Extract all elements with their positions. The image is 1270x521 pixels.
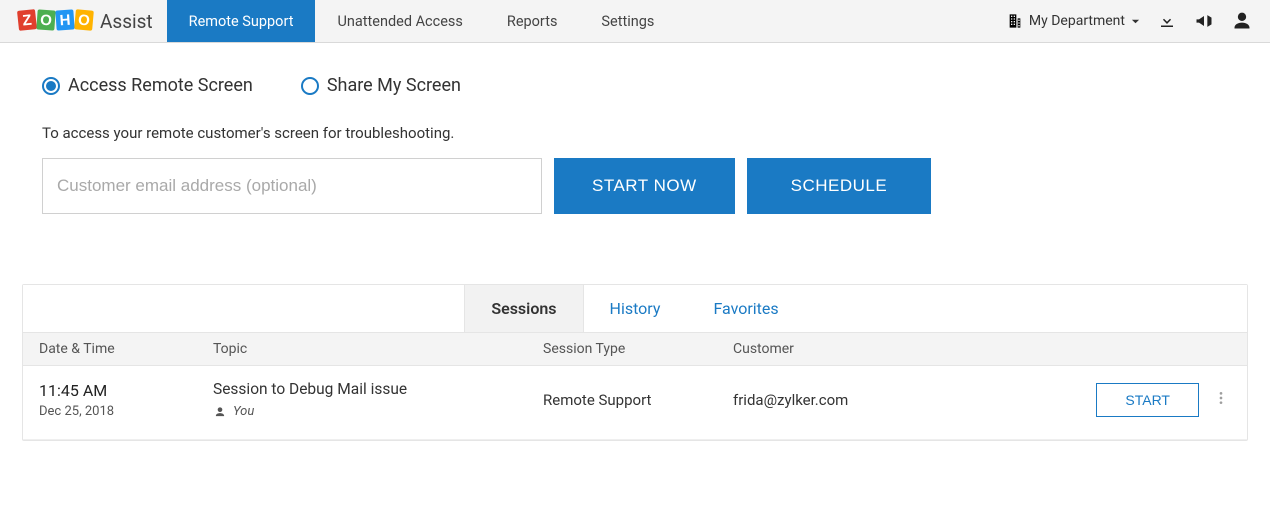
sessions-tabs: Sessions History Favorites bbox=[23, 285, 1247, 333]
mode-select: Access Remote Screen Share My Screen bbox=[42, 75, 1228, 96]
col-date-time: Date & Time bbox=[23, 341, 213, 357]
customer-email-input[interactable] bbox=[42, 158, 542, 214]
cell-date-time: 11:45 AM Dec 25, 2018 bbox=[23, 381, 213, 419]
topbar: ZOHO Assist Remote Support Unattended Ac… bbox=[0, 0, 1270, 43]
department-dropdown[interactable]: My Department bbox=[1007, 13, 1140, 29]
schedule-button[interactable]: SCHEDULE bbox=[747, 158, 932, 214]
start-session-button[interactable]: START bbox=[1096, 383, 1199, 417]
profile-button[interactable] bbox=[1232, 11, 1252, 31]
nav-remote-support[interactable]: Remote Support bbox=[167, 0, 316, 42]
sessions-header-row: Date & Time Topic Session Type Customer bbox=[23, 333, 1247, 366]
tab-history[interactable]: History bbox=[584, 285, 688, 332]
session-date: Dec 25, 2018 bbox=[39, 404, 213, 419]
radio-share-my-screen[interactable]: Share My Screen bbox=[301, 75, 461, 96]
col-topic: Topic bbox=[213, 341, 543, 357]
start-action-row: START NOW SCHEDULE bbox=[42, 158, 1228, 214]
cell-topic: Session to Debug Mail issue You bbox=[213, 380, 543, 419]
megaphone-icon bbox=[1194, 11, 1214, 31]
col-customer: Customer bbox=[733, 341, 1013, 357]
kebab-menu-icon bbox=[1213, 390, 1229, 406]
announcements-button[interactable] bbox=[1194, 11, 1214, 31]
download-icon bbox=[1158, 12, 1176, 30]
mode-description: To access your remote customer's screen … bbox=[42, 124, 1228, 142]
product-name: Assist bbox=[100, 10, 153, 33]
cell-customer: frida@zylker.com bbox=[733, 391, 1013, 409]
cell-actions: START bbox=[1013, 383, 1247, 417]
nav-unattended-access[interactable]: Unattended Access bbox=[315, 0, 484, 42]
topbar-right: My Department bbox=[1007, 0, 1270, 42]
zoho-logo-icon: ZOHO bbox=[18, 10, 94, 30]
row-menu-button[interactable] bbox=[1213, 390, 1229, 410]
nav-reports[interactable]: Reports bbox=[485, 0, 580, 42]
radio-label: Access Remote Screen bbox=[68, 75, 253, 96]
col-actions bbox=[1013, 341, 1247, 357]
user-icon bbox=[1232, 11, 1252, 31]
chevron-down-icon bbox=[1131, 17, 1140, 26]
radio-indicator bbox=[42, 77, 60, 95]
session-owner-label: You bbox=[233, 404, 254, 419]
building-icon bbox=[1007, 13, 1023, 29]
col-session-type: Session Type bbox=[543, 341, 733, 357]
session-owner: You bbox=[213, 404, 543, 419]
main: Access Remote Screen Share My Screen To … bbox=[0, 43, 1270, 441]
cell-session-type: Remote Support bbox=[543, 391, 733, 409]
main-nav: Remote Support Unattended Access Reports… bbox=[167, 0, 677, 42]
download-button[interactable] bbox=[1158, 12, 1176, 30]
logo: ZOHO Assist bbox=[0, 0, 167, 42]
tab-sessions[interactable]: Sessions bbox=[464, 285, 583, 332]
radio-label: Share My Screen bbox=[327, 75, 461, 96]
user-icon bbox=[213, 405, 227, 419]
nav-settings[interactable]: Settings bbox=[579, 0, 676, 42]
tab-favorites[interactable]: Favorites bbox=[687, 285, 805, 332]
table-row: 11:45 AM Dec 25, 2018 Session to Debug M… bbox=[23, 366, 1247, 440]
session-topic: Session to Debug Mail issue bbox=[213, 380, 543, 398]
department-label: My Department bbox=[1029, 13, 1125, 29]
start-now-button[interactable]: START NOW bbox=[554, 158, 735, 214]
radio-access-remote-screen[interactable]: Access Remote Screen bbox=[42, 75, 253, 96]
session-time: 11:45 AM bbox=[39, 381, 213, 400]
radio-indicator bbox=[301, 77, 319, 95]
sessions-panel: Sessions History Favorites Date & Time T… bbox=[22, 284, 1248, 441]
